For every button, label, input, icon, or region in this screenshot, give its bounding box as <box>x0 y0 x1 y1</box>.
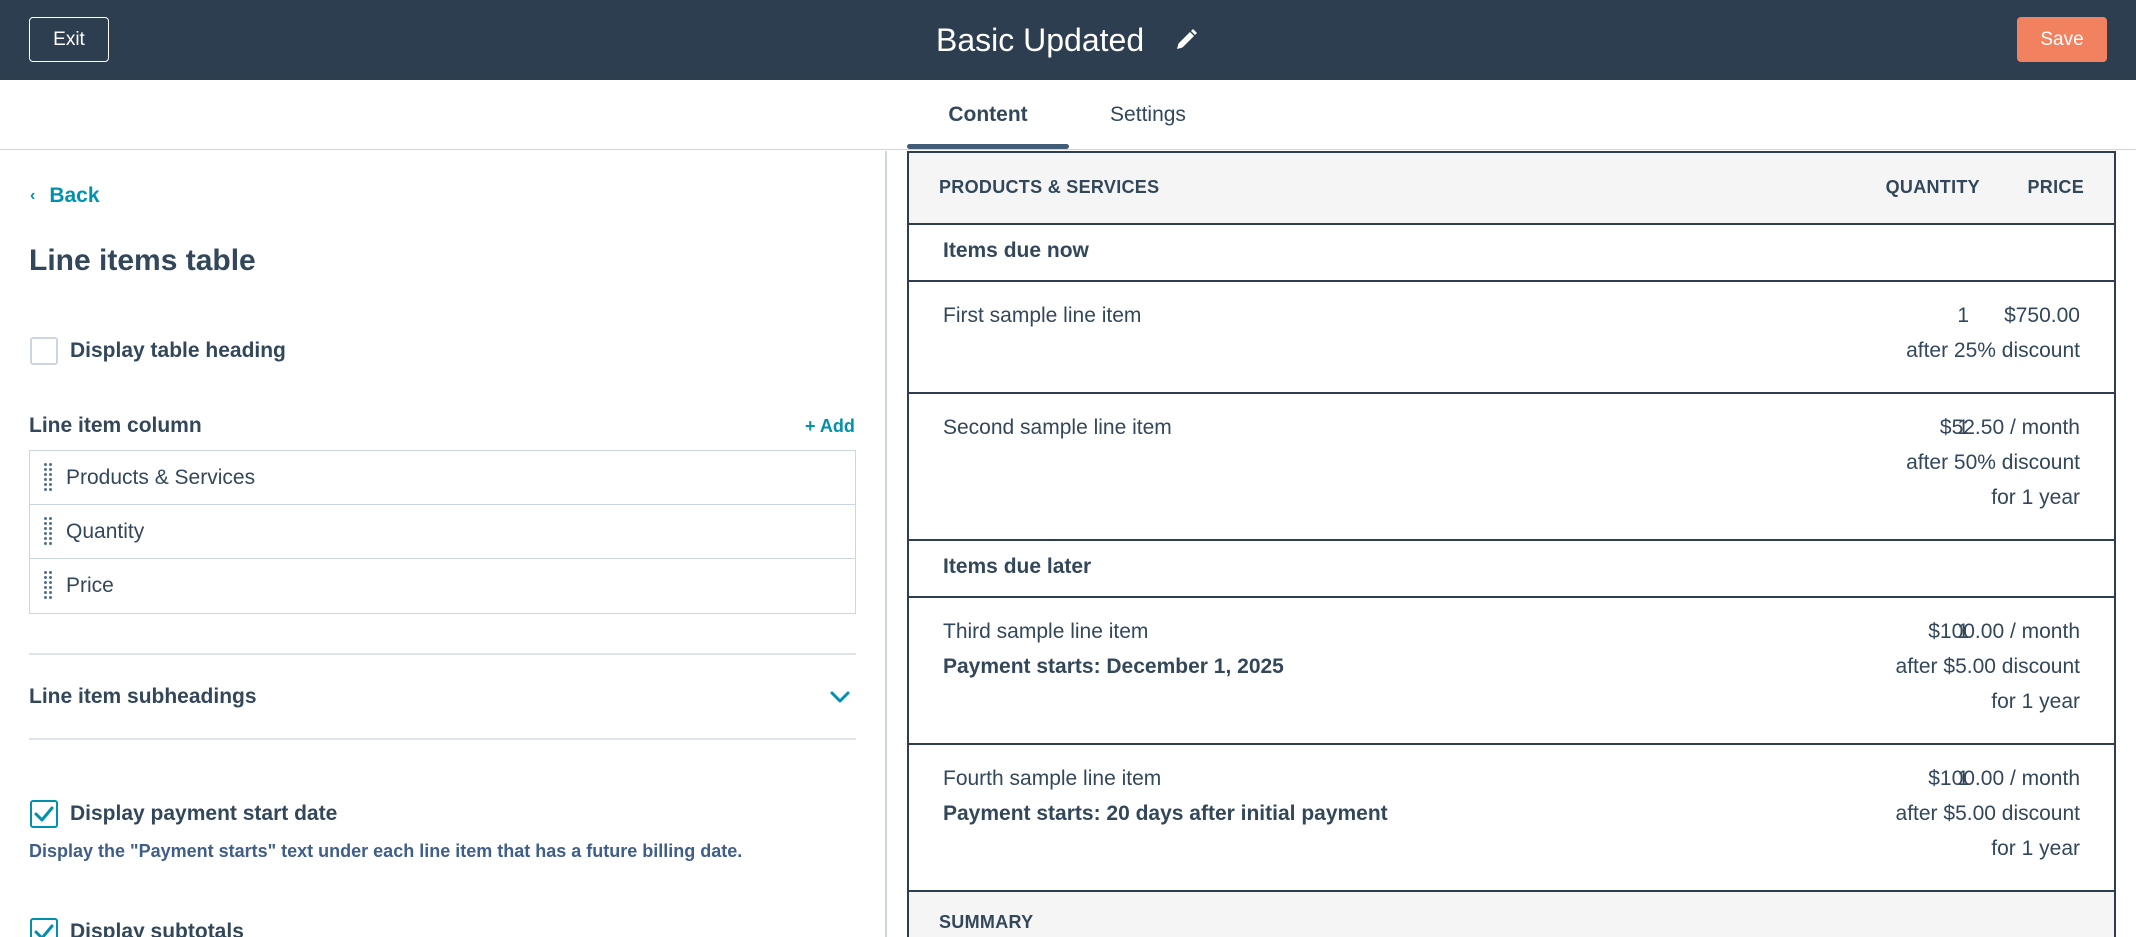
add-column-link[interactable]: + Add <box>805 416 855 437</box>
line-item-column-label: Line item column <box>29 414 202 437</box>
divider <box>29 653 856 655</box>
drag-handle-icon[interactable] <box>44 516 52 547</box>
group-row: Items due later <box>909 541 2114 598</box>
line-item-name: First sample line item <box>943 298 1141 333</box>
column-list: Products & Services Quantity Price <box>29 450 856 614</box>
drag-handle-icon[interactable] <box>44 462 52 493</box>
price-line: after 50% discount <box>1906 451 2080 474</box>
column-item-quantity[interactable]: Quantity <box>30 505 855 559</box>
display-payment-start-toggle[interactable]: Display payment start date <box>30 800 337 828</box>
tab-bar: Content Settings <box>0 80 2136 150</box>
checkmark-icon <box>34 806 54 822</box>
table-header-row: PRODUCTS & SERVICES QUANTITY PRICE <box>909 153 2114 225</box>
summary-label: SUMMARY <box>939 912 1034 932</box>
title-area: Basic Updated <box>936 18 1198 62</box>
table-row: Fourth sample line item Payment starts: … <box>909 745 2114 892</box>
price-line: for 1 year <box>1991 690 2080 713</box>
display-subtotals-label: Display subtotals <box>70 920 244 937</box>
header-quantity: QUANTITY <box>1885 177 1980 197</box>
display-subtotals-checkbox[interactable] <box>30 918 58 937</box>
table-row: First sample line item 1 $750.00 after 2… <box>909 282 2114 394</box>
line-item-name-text: First sample line item <box>943 304 1142 327</box>
drag-handle-icon[interactable] <box>44 571 52 601</box>
price-line: $100.00 / month <box>1928 767 2080 790</box>
line-item-price: $52.50 / month after 50% discount for 1 … <box>1906 410 2080 515</box>
panel-title: Line items table <box>29 244 256 277</box>
exit-button[interactable]: Exit <box>29 17 109 62</box>
price-line: after 25% discount <box>1906 339 2080 362</box>
display-table-heading-checkbox[interactable] <box>30 337 58 365</box>
line-item-name: Fourth sample line item Payment starts: … <box>943 761 1388 831</box>
price-line: after $5.00 discount <box>1895 655 2080 678</box>
payment-start-text: Payment starts: 20 days after initial pa… <box>943 802 1388 825</box>
header-price: PRICE <box>2027 177 2084 197</box>
table-row: Third sample line item Payment starts: D… <box>909 598 2114 745</box>
column-item-products[interactable]: Products & Services <box>30 451 855 505</box>
line-item-price: $100.00 / month after $5.00 discount for… <box>1896 761 2080 866</box>
line-item-price: $750.00 after 25% discount <box>1906 298 2080 368</box>
back-link[interactable]: ‹ Back <box>30 184 100 208</box>
display-table-heading-label: Display table heading <box>70 339 286 362</box>
line-item-subheadings-accordion[interactable]: Line item subheadings <box>29 680 856 714</box>
top-bar: Exit Basic Updated Save <box>0 0 2136 80</box>
group-title: Items due now <box>943 239 1089 262</box>
line-item-name-text: Third sample line item <box>943 620 1149 643</box>
chevron-left-icon: ‹ <box>30 187 36 204</box>
line-item-name-text: Second sample line item <box>943 416 1172 439</box>
tab-settings[interactable]: Settings <box>1077 80 1219 150</box>
payment-start-help-text: Display the "Payment starts" text under … <box>29 841 743 861</box>
header-products: PRODUCTS & SERVICES <box>939 177 1160 197</box>
divider <box>29 738 856 740</box>
column-item-label: Products & Services <box>66 465 256 489</box>
group-row: Items due now <box>909 225 2114 282</box>
price-line: $52.50 / month <box>1939 416 2080 439</box>
display-payment-start-checkbox[interactable] <box>30 800 58 828</box>
tab-content[interactable]: Content <box>907 80 1069 150</box>
display-subtotals-toggle[interactable]: Display subtotals <box>30 918 244 937</box>
price-line: for 1 year <box>1991 837 2080 860</box>
chevron-down-icon <box>830 691 850 703</box>
column-item-price[interactable]: Price <box>30 559 855 613</box>
group-title: Items due later <box>943 555 1092 578</box>
checkmark-icon <box>34 924 54 937</box>
table-row: Second sample line item 1 $52.50 / month… <box>909 394 2114 541</box>
line-items-preview-table: PRODUCTS & SERVICES QUANTITY PRICE Items… <box>907 151 2116 937</box>
display-table-heading-toggle[interactable]: Display table heading <box>30 337 286 365</box>
price-line: $750.00 <box>2004 304 2080 327</box>
column-item-label: Price <box>66 574 114 597</box>
price-line: $100.00 / month <box>1928 620 2080 643</box>
line-item-price: $100.00 / month after $5.00 discount for… <box>1896 614 2080 719</box>
column-item-label: Quantity <box>66 519 145 543</box>
display-payment-start-label: Display payment start date <box>70 802 338 825</box>
active-tab-indicator <box>907 144 1069 149</box>
line-item-subheadings-label: Line item subheadings <box>29 685 257 708</box>
line-item-name: Third sample line item Payment starts: D… <box>943 614 1284 684</box>
summary-row: SUMMARY <box>909 892 2114 937</box>
save-button[interactable]: Save <box>2017 17 2107 62</box>
line-item-name: Second sample line item <box>943 410 1172 445</box>
line-item-name-text: Fourth sample line item <box>943 767 1162 790</box>
back-label: Back <box>49 184 100 207</box>
price-line: after $5.00 discount <box>1895 802 2080 825</box>
pencil-icon[interactable] <box>1174 28 1198 52</box>
document-title: Basic Updated <box>936 21 1145 58</box>
panel-divider <box>885 151 887 937</box>
price-line: for 1 year <box>1991 486 2080 509</box>
payment-start-text: Payment starts: December 1, 2025 <box>943 655 1284 678</box>
